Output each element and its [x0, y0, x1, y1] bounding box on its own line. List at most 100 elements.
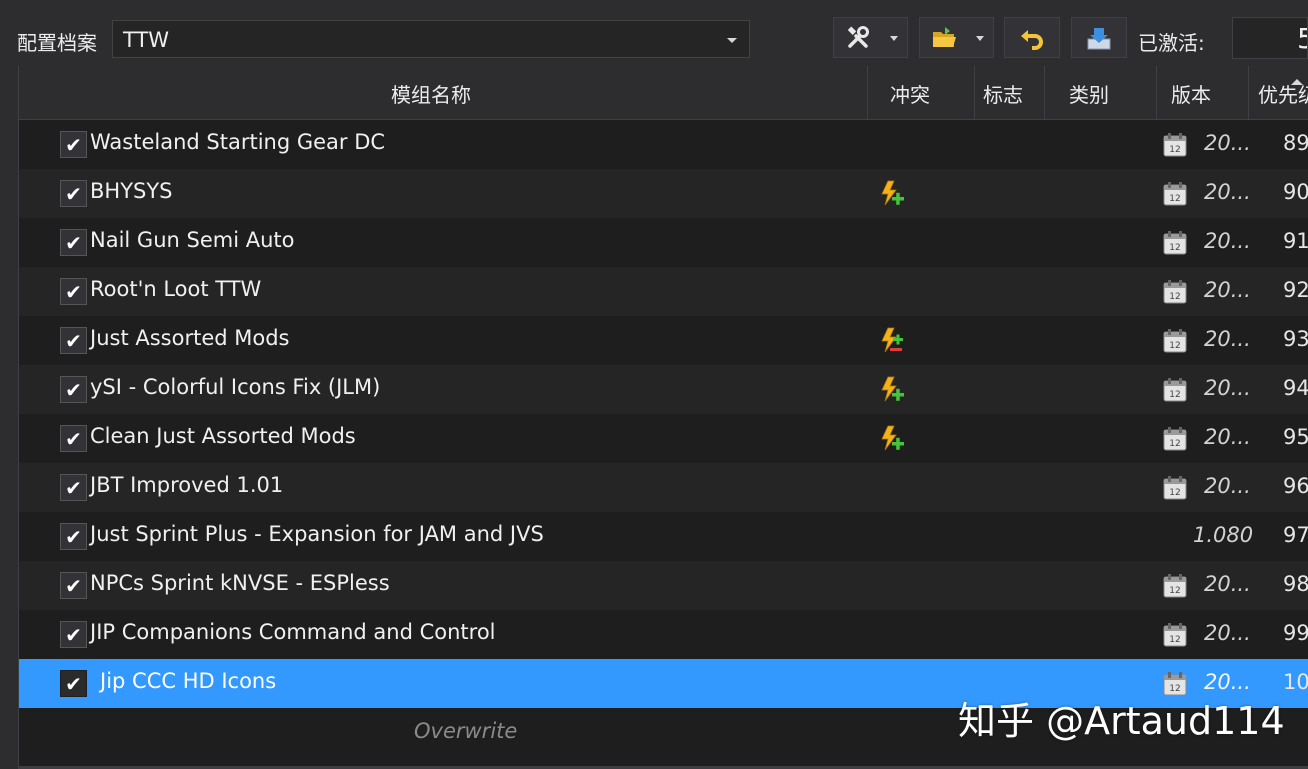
profile-label: 配置档案 [17, 31, 97, 55]
column-header-version[interactable]: 版本 [1157, 66, 1249, 119]
conflict-lightning-icon [881, 327, 903, 353]
mod-version: 20... [1204, 327, 1251, 351]
enable-checkbox[interactable]: ✔ [60, 180, 87, 207]
chevron-down-icon [727, 38, 737, 43]
watermark: 知乎 @Artaud114 [958, 699, 1285, 743]
calendar-icon: 12 [1163, 280, 1187, 304]
column-header-conflicts[interactable]: 冲突 [868, 66, 975, 119]
calendar-icon: 12 [1163, 427, 1187, 451]
enable-checkbox[interactable]: ✔ [60, 425, 87, 452]
mod-priority: 94 [1283, 376, 1308, 400]
calendar-icon: 12 [1163, 623, 1187, 647]
table-header: 模组名称 冲突 标志 类别 版本 优先级 [19, 66, 1308, 120]
mod-name: Jip CCC HD Icons [100, 669, 277, 693]
mod-name: BHYSYS [90, 179, 173, 203]
conflict-lightning-icon [881, 425, 904, 451]
chevron-down-icon [890, 36, 898, 41]
profile-select[interactable]: TTW [112, 20, 750, 58]
enable-checkbox[interactable]: ✔ [60, 474, 87, 501]
mod-version: 20... [1204, 278, 1251, 302]
install-button[interactable] [1071, 17, 1127, 58]
sort-ascending-icon [1291, 79, 1303, 85]
overwrite-label: Overwrite [414, 719, 518, 743]
install-icon [1087, 28, 1111, 50]
mod-name: JBT Improved 1.01 [90, 473, 284, 497]
svg-text:12: 12 [1169, 635, 1180, 645]
svg-text:12: 12 [1169, 194, 1180, 204]
open-folder-button[interactable] [919, 17, 994, 58]
svg-text:12: 12 [1169, 488, 1180, 498]
mod-version: 20... [1204, 572, 1251, 596]
table-row[interactable]: ✔ Just Assorted Mods 12 20... 93 [19, 316, 1308, 365]
mod-version: 20... [1204, 131, 1251, 155]
enable-checkbox[interactable]: ✔ [60, 278, 87, 305]
enable-checkbox[interactable]: ✔ [60, 523, 87, 550]
svg-text:12: 12 [1169, 243, 1180, 253]
table-row[interactable]: ✔ Wasteland Starting Gear DC 12 20... 89 [19, 120, 1308, 169]
calendar-icon: 12 [1163, 329, 1187, 353]
mod-version: 20... [1204, 474, 1251, 498]
enable-checkbox[interactable]: ✔ [60, 621, 87, 648]
column-header-category[interactable]: 类别 [1045, 66, 1157, 119]
calendar-icon: 12 [1163, 182, 1187, 206]
active-count: 5 [1232, 17, 1308, 59]
undo-button[interactable] [1004, 17, 1060, 58]
table-row[interactable]: ✔ Nail Gun Semi Auto 12 20... 91 [19, 218, 1308, 267]
calendar-icon: 12 [1163, 574, 1187, 598]
conflict-lightning-icon [881, 180, 904, 206]
calendar-icon: 12 [1163, 231, 1187, 255]
mod-version: 20... [1204, 621, 1251, 645]
table-row[interactable]: ✔ JIP Companions Command and Control 12 20.… [19, 610, 1308, 659]
undo-icon [1021, 30, 1043, 50]
mod-name: Just Assorted Mods [90, 326, 290, 350]
active-label: 已激活: [1138, 31, 1205, 55]
mod-version: 20... [1204, 425, 1251, 449]
mod-priority: 89 [1283, 131, 1308, 155]
enable-checkbox[interactable]: ✔ [60, 376, 87, 403]
mod-version: 1.080 [1193, 523, 1254, 547]
tools-button[interactable] [833, 17, 908, 58]
table-row[interactable]: ✔ BHYSYS 12 20... 90 [19, 169, 1308, 218]
table-row[interactable]: ✔ Root'n Loot TTW 12 20... 92 [19, 267, 1308, 316]
column-header-name[interactable]: 模组名称 [19, 66, 868, 119]
table-row[interactable]: ✔ Just Sprint Plus - Expansion for JAM an… [19, 512, 1308, 561]
enable-checkbox[interactable]: ✔ [60, 131, 87, 158]
mod-version: 20... [1204, 376, 1251, 400]
enable-checkbox[interactable]: ✔ [60, 229, 87, 256]
mod-name: Root'n Loot TTW [90, 277, 262, 301]
mod-version: 20... [1204, 229, 1251, 253]
column-header-priority[interactable]: 优先级 [1249, 66, 1308, 119]
mod-priority: 96 [1283, 474, 1308, 498]
mod-name: Just Sprint Plus - Expansion for JAM and… [90, 522, 544, 546]
conflict-lightning-icon [881, 376, 904, 402]
toolbar: 配置档案 TTW 已激活: 5 [0, 0, 1308, 66]
svg-text:12: 12 [1169, 292, 1180, 302]
enable-checkbox[interactable]: ✔ [60, 327, 87, 354]
column-header-flags[interactable]: 标志 [975, 66, 1045, 119]
mod-name: ySI - Colorful Icons Fix (JLM) [90, 375, 381, 399]
calendar-icon: 12 [1163, 476, 1187, 500]
mod-priority: 93 [1283, 327, 1308, 351]
mod-version: 20... [1204, 180, 1251, 204]
mod-name: NPCs Sprint kNVSE - ESPless [90, 571, 390, 595]
enable-checkbox[interactable]: ✔ [60, 572, 87, 599]
mod-priority: 90 [1283, 180, 1308, 204]
svg-text:12: 12 [1169, 390, 1180, 400]
mod-priority: 98 [1283, 572, 1308, 596]
table-row[interactable]: ✔ NPCs Sprint kNVSE - ESPless 12 20... 98 [19, 561, 1308, 610]
mod-name: Wasteland Starting Gear DC [90, 130, 386, 154]
calendar-icon: 12 [1163, 378, 1187, 402]
table-row[interactable]: ✔ ySI - Colorful Icons Fix (JLM) 12 20... 94 [19, 365, 1308, 414]
table-row[interactable]: ✔ JBT Improved 1.01 12 20... 96 [19, 463, 1308, 512]
mod-list: 模组名称 冲突 标志 类别 版本 优先级 ✔Wasteland Starting… [18, 66, 1308, 769]
mod-priority: 100 [1283, 670, 1308, 694]
mod-name: Nail Gun Semi Auto [90, 228, 295, 252]
enable-checkbox[interactable]: ✔ [60, 670, 87, 697]
mod-priority: 97 [1283, 523, 1308, 547]
svg-text:12: 12 [1169, 145, 1180, 155]
mod-priority: 99 [1283, 621, 1308, 645]
calendar-icon: 12 [1163, 133, 1187, 157]
svg-text:12: 12 [1169, 586, 1180, 596]
table-row[interactable]: ✔ Clean Just Assorted Mods 12 20... 95 [19, 414, 1308, 463]
chevron-down-icon [976, 36, 984, 41]
